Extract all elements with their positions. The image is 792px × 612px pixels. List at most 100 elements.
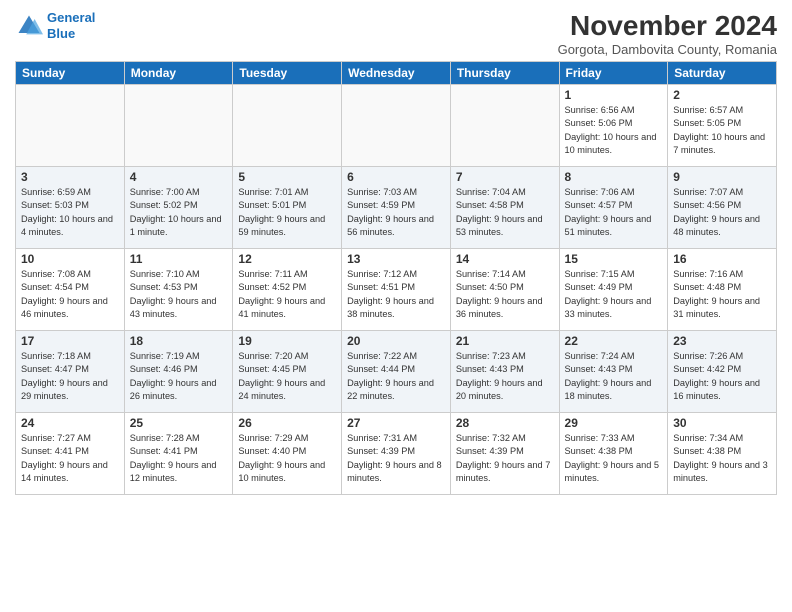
header: General Blue November 2024 Gorgota, Damb…	[15, 10, 777, 57]
day-info: Sunrise: 7:27 AM Sunset: 4:41 PM Dayligh…	[21, 432, 119, 485]
day-number: 15	[565, 252, 663, 266]
logo-line1: General	[47, 10, 95, 25]
table-row: 6 Sunrise: 7:03 AM Sunset: 4:59 PM Daylig…	[342, 167, 451, 249]
table-row: 23Sunrise: 7:26 AM Sunset: 4:42 PM Dayli…	[668, 331, 777, 413]
day-number: 14	[456, 252, 554, 266]
calendar-table: Sunday Monday Tuesday Wednesday Thursday…	[15, 61, 777, 495]
day-info: Sunrise: 7:22 AM Sunset: 4:44 PM Dayligh…	[347, 350, 445, 403]
table-row: 17 Sunrise: 7:18 AM Sunset: 4:47 PM Dayli…	[16, 331, 125, 413]
day-info: Sunrise: 7:16 AM Sunset: 4:48 PM Dayligh…	[673, 268, 771, 321]
logo-text: General Blue	[47, 10, 95, 41]
day-info: Sunrise: 7:18 AM Sunset: 4:47 PM Dayligh…	[21, 350, 119, 403]
table-row: 19 Sunrise: 7:20 AM Sunset: 4:45 PM Dayli…	[233, 331, 342, 413]
calendar-week-row: 24 Sunrise: 7:27 AM Sunset: 4:41 PM Dayli…	[16, 413, 777, 495]
table-row: 8Sunrise: 7:06 AM Sunset: 4:57 PM Daylig…	[559, 167, 668, 249]
table-row	[342, 85, 451, 167]
day-info: Sunrise: 7:23 AM Sunset: 4:43 PM Dayligh…	[456, 350, 554, 403]
table-row: 29 Sunrise: 7:33 AM Sunset: 4:38 PM Dayli…	[559, 413, 668, 495]
day-info: Sunrise: 7:11 AM Sunset: 4:52 PM Dayligh…	[238, 268, 336, 321]
table-row: 1 Sunrise: 6:56 AM Sunset: 5:06 PM Daylig…	[559, 85, 668, 167]
table-row: 7Sunrise: 7:04 AM Sunset: 4:58 PM Daylig…	[450, 167, 559, 249]
calendar-header-row: Sunday Monday Tuesday Wednesday Thursday…	[16, 62, 777, 85]
day-number: 4	[130, 170, 228, 184]
col-friday: Friday	[559, 62, 668, 85]
day-info: Sunrise: 7:12 AM Sunset: 4:51 PM Dayligh…	[347, 268, 445, 321]
table-row: 15 Sunrise: 7:15 AM Sunset: 4:49 PM Dayli…	[559, 249, 668, 331]
month-title: November 2024	[558, 10, 777, 42]
table-row: 9 Sunrise: 7:07 AM Sunset: 4:56 PM Daylig…	[668, 167, 777, 249]
table-row: 27 Sunrise: 7:31 AM Sunset: 4:39 PM Dayli…	[342, 413, 451, 495]
table-row: 20 Sunrise: 7:22 AM Sunset: 4:44 PM Dayli…	[342, 331, 451, 413]
day-number: 11	[130, 252, 228, 266]
day-number: 12	[238, 252, 336, 266]
day-number: 6	[347, 170, 445, 184]
day-info: Sunrise: 7:24 AM Sunset: 4:43 PM Dayligh…	[565, 350, 663, 403]
day-number: 1	[565, 88, 663, 102]
day-info: Sunrise: 7:07 AM Sunset: 4:56 PM Dayligh…	[673, 186, 771, 239]
day-number: 20	[347, 334, 445, 348]
day-number: 17	[21, 334, 119, 348]
table-row: 25 Sunrise: 7:28 AM Sunset: 4:41 PM Dayli…	[124, 413, 233, 495]
day-info: Sunrise: 7:03 AM Sunset: 4:59 PM Dayligh…	[347, 186, 445, 239]
day-info: Sunrise: 7:06 AM Sunset: 4:57 PM Dayligh…	[565, 186, 663, 239]
day-number: 19	[238, 334, 336, 348]
day-number: 10	[21, 252, 119, 266]
table-row: 5 Sunrise: 7:01 AM Sunset: 5:01 PM Daylig…	[233, 167, 342, 249]
table-row: 14 Sunrise: 7:14 AM Sunset: 4:50 PM Dayli…	[450, 249, 559, 331]
table-row	[450, 85, 559, 167]
table-row: 13 Sunrise: 7:12 AM Sunset: 4:51 PM Dayli…	[342, 249, 451, 331]
day-number: 24	[21, 416, 119, 430]
day-info: Sunrise: 7:32 AM Sunset: 4:39 PM Dayligh…	[456, 432, 554, 485]
day-number: 26	[238, 416, 336, 430]
day-info: Sunrise: 6:56 AM Sunset: 5:06 PM Dayligh…	[565, 104, 663, 157]
page-container: General Blue November 2024 Gorgota, Damb…	[0, 0, 792, 500]
col-thursday: Thursday	[450, 62, 559, 85]
day-info: Sunrise: 7:33 AM Sunset: 4:38 PM Dayligh…	[565, 432, 663, 485]
day-number: 18	[130, 334, 228, 348]
day-info: Sunrise: 7:28 AM Sunset: 4:41 PM Dayligh…	[130, 432, 228, 485]
table-row: 18 Sunrise: 7:19 AM Sunset: 4:46 PM Dayli…	[124, 331, 233, 413]
calendar-week-row: 3Sunrise: 6:59 AM Sunset: 5:03 PM Daylig…	[16, 167, 777, 249]
table-row: 22 Sunrise: 7:24 AM Sunset: 4:43 PM Dayli…	[559, 331, 668, 413]
table-row: 26 Sunrise: 7:29 AM Sunset: 4:40 PM Dayli…	[233, 413, 342, 495]
day-number: 9	[673, 170, 771, 184]
day-number: 29	[565, 416, 663, 430]
day-info: Sunrise: 7:04 AM Sunset: 4:58 PM Dayligh…	[456, 186, 554, 239]
day-info: Sunrise: 7:34 AM Sunset: 4:38 PM Dayligh…	[673, 432, 771, 485]
table-row: 24 Sunrise: 7:27 AM Sunset: 4:41 PM Dayli…	[16, 413, 125, 495]
col-wednesday: Wednesday	[342, 62, 451, 85]
logo-icon	[15, 12, 43, 40]
day-info: Sunrise: 7:00 AM Sunset: 5:02 PM Dayligh…	[130, 186, 228, 239]
calendar-week-row: 1 Sunrise: 6:56 AM Sunset: 5:06 PM Daylig…	[16, 85, 777, 167]
day-number: 16	[673, 252, 771, 266]
day-info: Sunrise: 7:29 AM Sunset: 4:40 PM Dayligh…	[238, 432, 336, 485]
day-number: 30	[673, 416, 771, 430]
logo-line2: Blue	[47, 26, 75, 41]
title-block: November 2024 Gorgota, Dambovita County,…	[558, 10, 777, 57]
day-number: 21	[456, 334, 554, 348]
day-number: 5	[238, 170, 336, 184]
day-number: 27	[347, 416, 445, 430]
day-number: 25	[130, 416, 228, 430]
table-row: 11 Sunrise: 7:10 AM Sunset: 4:53 PM Dayli…	[124, 249, 233, 331]
calendar-week-row: 17 Sunrise: 7:18 AM Sunset: 4:47 PM Dayli…	[16, 331, 777, 413]
day-info: Sunrise: 7:26 AM Sunset: 4:42 PM Dayligh…	[673, 350, 771, 403]
day-info: Sunrise: 7:10 AM Sunset: 4:53 PM Dayligh…	[130, 268, 228, 321]
day-info: Sunrise: 7:20 AM Sunset: 4:45 PM Dayligh…	[238, 350, 336, 403]
day-info: Sunrise: 7:19 AM Sunset: 4:46 PM Dayligh…	[130, 350, 228, 403]
col-tuesday: Tuesday	[233, 62, 342, 85]
day-number: 13	[347, 252, 445, 266]
table-row	[124, 85, 233, 167]
day-info: Sunrise: 7:14 AM Sunset: 4:50 PM Dayligh…	[456, 268, 554, 321]
day-info: Sunrise: 7:15 AM Sunset: 4:49 PM Dayligh…	[565, 268, 663, 321]
logo: General Blue	[15, 10, 95, 41]
table-row: 28Sunrise: 7:32 AM Sunset: 4:39 PM Dayli…	[450, 413, 559, 495]
day-info: Sunrise: 7:01 AM Sunset: 5:01 PM Dayligh…	[238, 186, 336, 239]
col-sunday: Sunday	[16, 62, 125, 85]
day-info: Sunrise: 6:57 AM Sunset: 5:05 PM Dayligh…	[673, 104, 771, 157]
table-row	[233, 85, 342, 167]
table-row: 30 Sunrise: 7:34 AM Sunset: 4:38 PM Dayli…	[668, 413, 777, 495]
day-info: Sunrise: 7:31 AM Sunset: 4:39 PM Dayligh…	[347, 432, 445, 485]
table-row: 12 Sunrise: 7:11 AM Sunset: 4:52 PM Dayli…	[233, 249, 342, 331]
day-number: 22	[565, 334, 663, 348]
